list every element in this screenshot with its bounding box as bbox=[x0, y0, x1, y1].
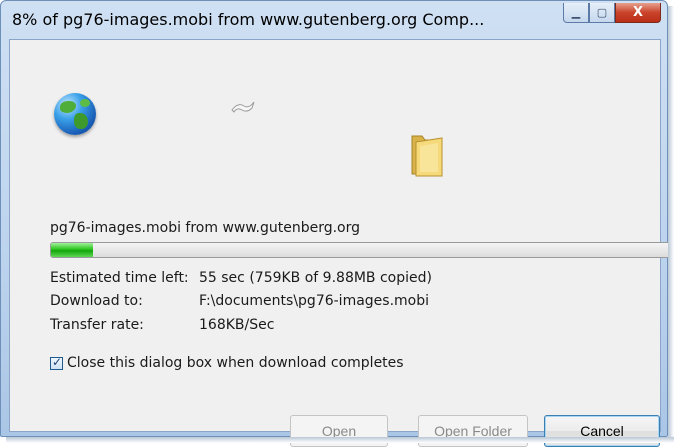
maximize-button[interactable]: ▢ bbox=[589, 3, 615, 23]
caption-buttons: ▁ ▢ X bbox=[563, 3, 661, 25]
title-bar[interactable]: 8% of pg76-images.mobi from www.gutenber… bbox=[1, 1, 667, 39]
close-when-done-option[interactable]: ✓ Close this dialog box when download co… bbox=[50, 355, 404, 371]
transfer-rate-value: 168KB/Sec bbox=[199, 317, 275, 333]
window-title: 8% of pg76-images.mobi from www.gutenber… bbox=[12, 10, 485, 29]
minimize-button[interactable]: ▁ bbox=[563, 3, 589, 23]
download-to-row: Download to: F:\documents\pg76-images.mob… bbox=[50, 293, 429, 309]
close-when-done-label[interactable]: Close this dialog box when download comp… bbox=[67, 355, 404, 371]
progress-fill bbox=[51, 243, 94, 257]
globe-icon bbox=[54, 93, 96, 135]
estimated-time-value: 55 sec (759KB of 9.88MB copied) bbox=[199, 270, 432, 286]
close-when-done-checkbox[interactable]: ✓ bbox=[50, 354, 63, 370]
download-to-value: F:\documents\pg76-images.mobi bbox=[199, 293, 430, 309]
transfer-rate-label: Transfer rate: bbox=[50, 317, 144, 333]
close-button[interactable]: X bbox=[615, 3, 661, 23]
checkmark-icon: ✓ bbox=[52, 354, 63, 369]
folder-icon bbox=[411, 135, 443, 177]
download-dialog-window: 8% of pg76-images.mobi from www.gutenber… bbox=[0, 0, 671, 447]
download-to-label: Download to: bbox=[50, 293, 143, 309]
download-progress-bar bbox=[50, 242, 671, 258]
flying-paper-icon bbox=[231, 101, 255, 113]
transfer-rate-row: Transfer rate: 168KB/Sec bbox=[50, 317, 274, 333]
estimated-time-label: Estimated time left: bbox=[50, 270, 189, 286]
download-filename: pg76-images.mobi from www.gutenberg.org bbox=[50, 220, 361, 236]
dialog-body: pg76-images.mobi from www.gutenberg.org … bbox=[9, 39, 671, 447]
estimated-time-row: Estimated time left: 55 sec (759KB of 9.8… bbox=[50, 270, 432, 286]
